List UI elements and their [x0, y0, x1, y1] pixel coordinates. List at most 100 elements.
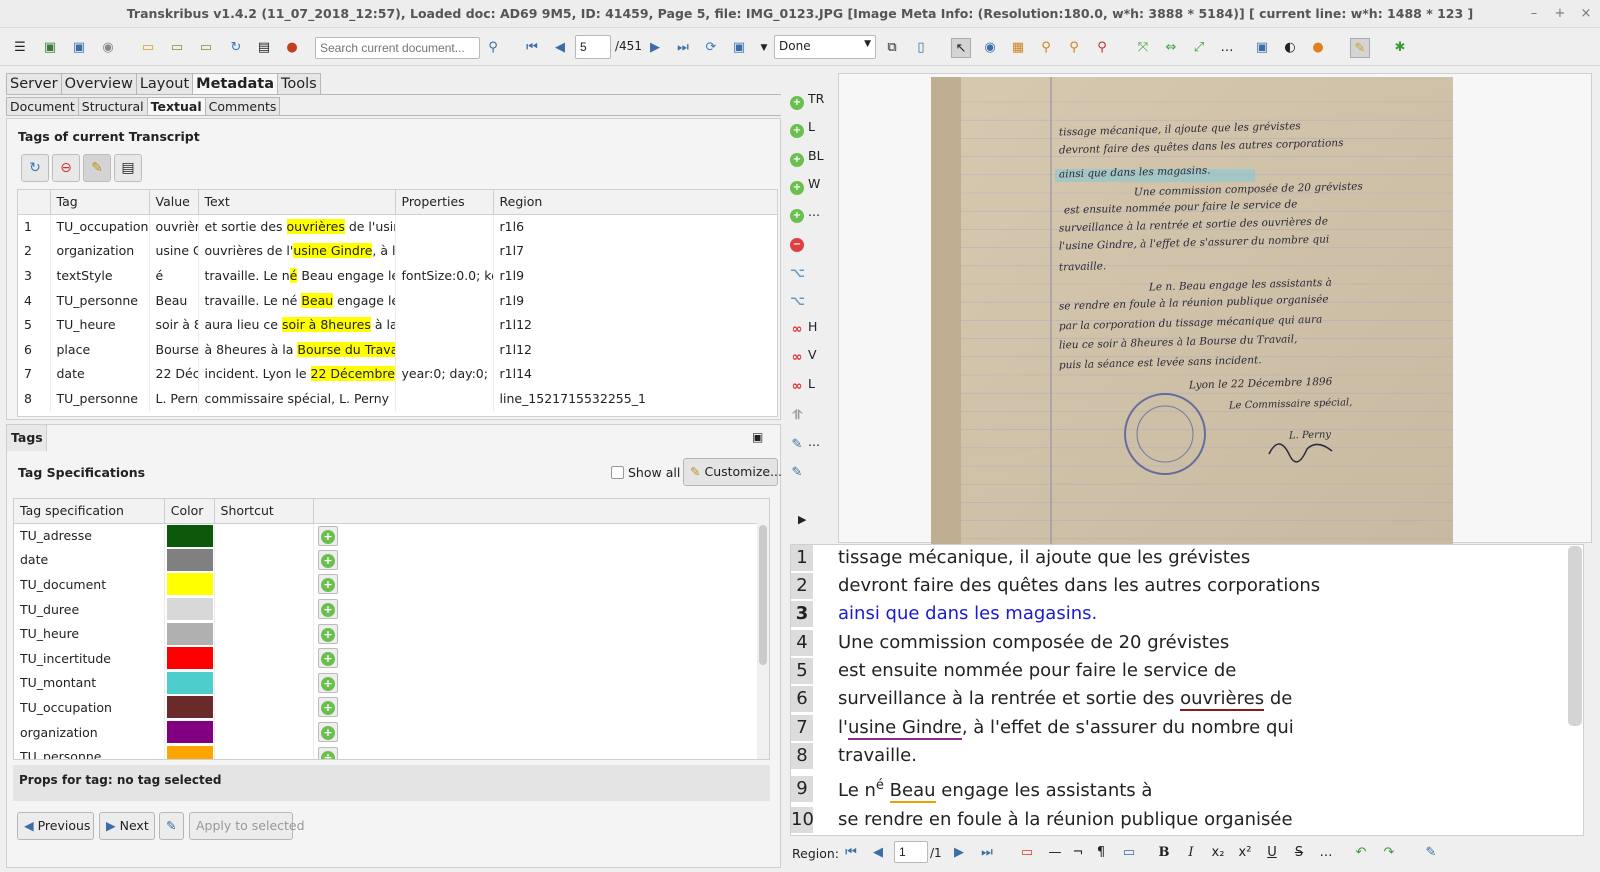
side-tool-13[interactable]: ✎: [790, 459, 834, 481]
add-tag-button[interactable]: +: [318, 525, 339, 546]
next-region-icon[interactable]: ▶: [950, 844, 968, 862]
print-icon[interactable]: ▤: [254, 38, 274, 58]
fit-page-icon[interactable]: ⤢: [1189, 38, 1209, 58]
transcription-line[interactable]: 3 ainsi que dans les magasins.: [791, 601, 1571, 630]
italic-icon[interactable]: I: [1182, 844, 1200, 862]
page-number-input[interactable]: [575, 35, 611, 59]
search-icon[interactable]: ⚲: [483, 38, 503, 58]
tag-shortcut[interactable]: [214, 695, 315, 720]
add-tag-button[interactable]: +: [318, 722, 339, 743]
side-tool-2[interactable]: + BL: [790, 145, 834, 167]
color-swatch[interactable]: [166, 524, 213, 547]
color-swatch[interactable]: [166, 721, 213, 744]
table-row[interactable]: 1TU_occupationouvrièreet sortie des ouvr…: [18, 214, 777, 239]
transcription-line[interactable]: 5 est ensuite nommée pour faire le servic…: [791, 658, 1571, 687]
add-tag-button[interactable]: +: [318, 697, 339, 718]
select-tool-icon[interactable]: ↖: [951, 38, 971, 58]
tab-comments[interactable]: Comments: [204, 97, 281, 115]
next-button[interactable]: ▶ Next: [99, 812, 155, 840]
server-icon[interactable]: ▣: [69, 38, 89, 58]
transcription-line[interactable]: 10 se rendre en foule à la réunion publiq…: [791, 807, 1571, 835]
col-region[interactable]: Region: [493, 190, 777, 215]
color-swatch[interactable]: [166, 622, 213, 645]
tab-tools[interactable]: Tools: [277, 73, 321, 94]
transcription-line[interactable]: 4 Une commission composée de 20 grévistes: [791, 630, 1571, 659]
tab-document[interactable]: Document: [6, 97, 79, 115]
contrast-icon[interactable]: ◐: [1280, 38, 1300, 58]
col-shortcut[interactable]: Shortcut: [214, 499, 315, 524]
transcription-line[interactable]: 9 Le né Beau engage les assistants à: [791, 776, 1571, 805]
status-select[interactable]: Done ▼: [774, 35, 876, 59]
tab-layout[interactable]: Layout: [135, 73, 194, 94]
minimize-button[interactable]: –: [1524, 4, 1544, 24]
document-icon[interactable]: ▯: [911, 38, 931, 58]
color-swatch[interactable]: [166, 696, 213, 719]
color-swatch[interactable]: [166, 598, 213, 621]
refresh-icon[interactable]: ↻: [21, 154, 49, 182]
table-row[interactable]: 5TU_heuresoir à 8haura lieu ce soir à 8h…: [18, 312, 777, 337]
tag-spec-row[interactable]: TU_occupation +: [14, 695, 769, 720]
underline-icon[interactable]: U: [1263, 844, 1281, 862]
tags-panel-tab[interactable]: Tags: [7, 425, 47, 451]
image-icon[interactable]: ▣: [1252, 38, 1272, 58]
editor-scrollbar[interactable]: [1568, 546, 1582, 726]
refresh-icon[interactable]: ↻: [226, 38, 246, 58]
keyboard-icon[interactable]: ▭: [1120, 844, 1138, 862]
show-all-checkbox[interactable]: [611, 466, 624, 479]
save-icon[interactable]: ▣: [729, 38, 749, 58]
tab-server[interactable]: Server: [6, 73, 62, 94]
fit-icon[interactable]: ⤧: [1133, 38, 1153, 58]
wrench-button[interactable]: ✎: [159, 812, 184, 840]
prev-region-icon[interactable]: ◀: [869, 844, 887, 862]
tag-spec-row[interactable]: date +: [14, 547, 769, 573]
layout-icon[interactable]: ▦: [1008, 38, 1028, 58]
color-swatch[interactable]: [166, 671, 213, 694]
more-icon[interactable]: …: [1217, 38, 1237, 58]
delete-icon[interactable]: ⊖: [52, 154, 80, 182]
superscript-icon[interactable]: x²: [1236, 844, 1254, 862]
login-icon[interactable]: ▣: [40, 38, 60, 58]
color-swatch[interactable]: [166, 647, 213, 670]
side-tool-5[interactable]: −: [790, 230, 834, 252]
zoom-in-icon[interactable]: ⚲: [1064, 38, 1084, 58]
transcription-line[interactable]: 6 surveillance à la rentrée et sortie des…: [791, 686, 1571, 715]
close-button[interactable]: ×: [1576, 4, 1596, 24]
tag-spec-row[interactable]: TU_incertitude +: [14, 645, 769, 671]
col-tag-spec[interactable]: Tag specification: [14, 499, 165, 524]
tag-spec-row[interactable]: TU_document +: [14, 572, 769, 597]
add-tag-button[interactable]: +: [318, 746, 339, 759]
color-swatch[interactable]: [166, 745, 213, 759]
customize-button[interactable]: ✎ Customize...: [683, 458, 782, 486]
search-input[interactable]: [315, 37, 480, 59]
subscript-icon[interactable]: x₂: [1209, 844, 1227, 862]
image-canvas[interactable]: tissage mécanique, il ajoute que les gré…: [838, 73, 1592, 544]
transcription-line[interactable]: 2 devront faire des quêtes dans les autre…: [791, 573, 1571, 602]
transcription-line[interactable]: 7 l'usine Gindre, à l'effet de s'assurer …: [791, 715, 1571, 744]
redo-icon[interactable]: ↷: [1380, 844, 1398, 862]
more-format-icon[interactable]: …: [1317, 844, 1335, 862]
first-region-icon[interactable]: ⏮: [842, 844, 860, 862]
previous-button[interactable]: ◀ Previous: [17, 812, 94, 840]
add-tag-button[interactable]: +: [318, 672, 339, 693]
tag-shortcut[interactable]: [214, 572, 315, 597]
side-tool-3[interactable]: + W: [790, 173, 834, 195]
side-tool-12[interactable]: ✎...: [790, 431, 834, 453]
tag-shortcut[interactable]: [214, 523, 315, 548]
pilcrow-icon[interactable]: ¶: [1092, 844, 1110, 862]
table-row[interactable]: 7date22 Déceincident. Lyon le 22 Décembr…: [18, 361, 777, 387]
transcription-line[interactable]: 1 tissage mécanique, il ajoute que les gr…: [791, 545, 1571, 574]
tab-overview[interactable]: Overview: [60, 73, 137, 94]
table-row[interactable]: 2organizationusine Giouvrières de l'usin…: [18, 238, 777, 264]
side-tool-8[interactable]: ∞ H: [790, 316, 834, 338]
bug-icon[interactable]: ✱: [1390, 38, 1410, 58]
tag-spec-row[interactable]: TU_adresse +: [14, 523, 769, 548]
tag-edit-icon[interactable]: ✎: [83, 154, 111, 182]
tag-spec-row[interactable]: TU_montant +: [14, 670, 769, 696]
first-page-icon[interactable]: ⏮: [522, 38, 542, 58]
add-tag-button[interactable]: +: [318, 623, 339, 644]
menu-icon[interactable]: ☰: [10, 38, 30, 58]
open-folder-icon[interactable]: ▭: [138, 38, 158, 58]
eraser-icon[interactable]: ▭: [1018, 844, 1036, 862]
col-value[interactable]: Value: [149, 190, 199, 215]
expand-arrow-icon[interactable]: ▶: [798, 513, 806, 526]
